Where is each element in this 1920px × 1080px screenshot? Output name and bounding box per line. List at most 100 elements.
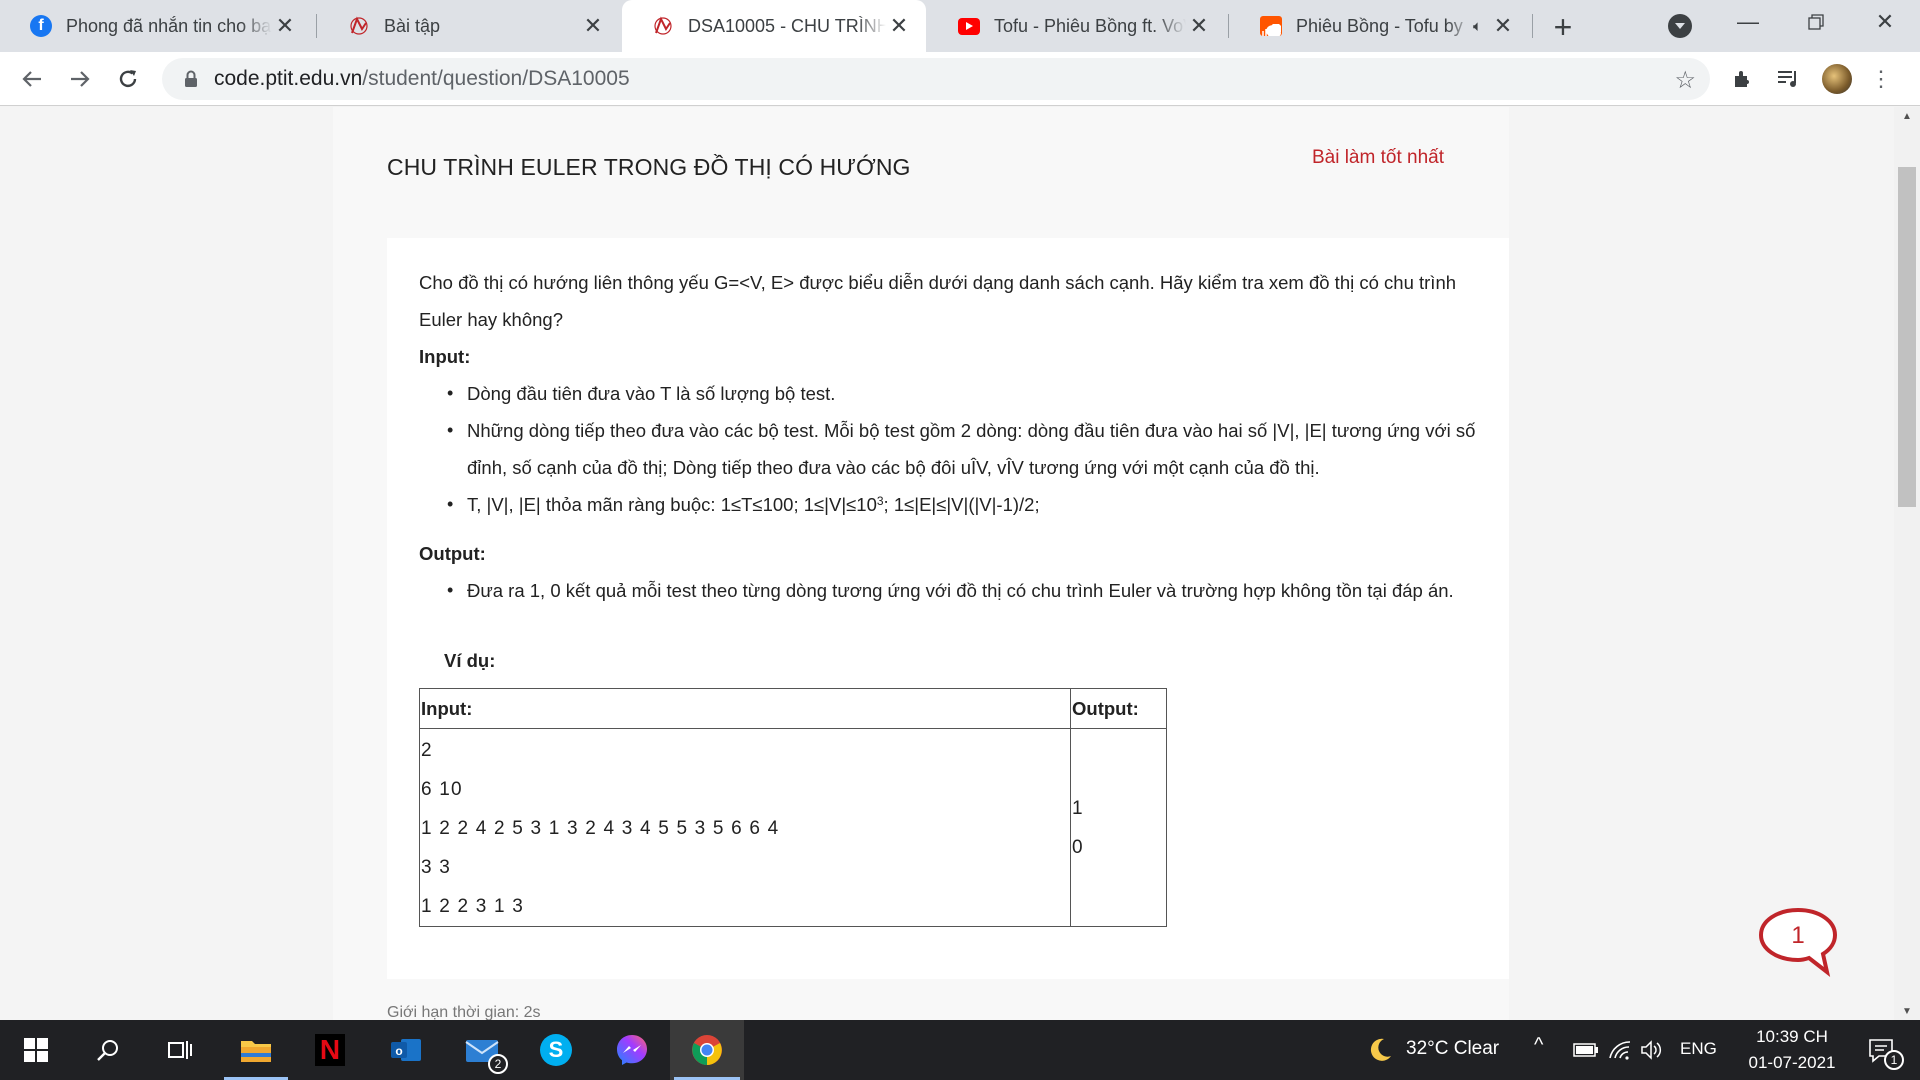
- input-line: 2: [421, 740, 433, 761]
- page-scrollbar[interactable]: ▲ ▼: [1894, 107, 1920, 1020]
- tab-title: Bài tập: [384, 15, 441, 36]
- tab-soundcloud[interactable]: Phiêu Bồng - Tofu by 🔈︎ ✕: [1230, 0, 1530, 52]
- search-icon[interactable]: [72, 1020, 144, 1080]
- speaker-icon[interactable]: 🔈︎: [1473, 18, 1482, 35]
- weather-text[interactable]: 32°C Clear: [1406, 1038, 1499, 1060]
- problem-statement: Cho đồ thị có hướng liên thông yếu G=<V,…: [419, 264, 1479, 609]
- tab-title: Tofu - Phiêu Bồng ft. VoVanDuc: [994, 15, 1186, 36]
- tab-title: DSA10005 - CHU TRÌNH EULER: [688, 15, 886, 36]
- ptit-code-icon: [652, 15, 674, 37]
- extensions-icon[interactable]: [1728, 64, 1758, 94]
- output-line: 1: [1072, 797, 1084, 819]
- example-input-cell: 2 6 10 1 2 2 4 2 5 3 1 3 2 4 3 4 5 5 3 5…: [419, 728, 1071, 927]
- output-list: Đưa ra 1, 0 kết quả mỗi test theo từng d…: [419, 572, 1479, 609]
- scroll-down-icon[interactable]: ▼: [1894, 1002, 1920, 1020]
- windows-taskbar: N o 2 S 32°C Clear ^ ENG 10:39 CH 01-07-…: [0, 1020, 1920, 1080]
- example-label: Ví dụ:: [444, 650, 496, 671]
- list-item: Những dòng tiếp theo đưa vào các bộ test…: [447, 412, 1479, 486]
- clock-time[interactable]: 10:39 CH: [1744, 1027, 1840, 1047]
- page-title: CHU TRÌNH EULER TRONG ĐỒ THỊ CÓ HƯỚNG: [387, 154, 911, 180]
- tab-separator: [316, 14, 317, 38]
- chat-unread-count: 1: [1791, 922, 1804, 949]
- problem-card: Cho đồ thị có hướng liên thông yếu G=<V,…: [387, 238, 1509, 979]
- weather-moon-icon[interactable]: [1360, 1020, 1400, 1080]
- close-tab-icon[interactable]: ✕: [1186, 13, 1212, 39]
- notification-badge: 1: [1884, 1050, 1904, 1070]
- problem-page: CHU TRÌNH EULER TRONG ĐỒ THỊ CÓ HƯỚNG Bà…: [333, 107, 1509, 1020]
- input-list: Dòng đầu tiên đưa vào T là số lượng bộ t…: [419, 375, 1479, 523]
- start-windows-icon[interactable]: [0, 1020, 72, 1080]
- browser-tab-strip: f Phong đã nhắn tin cho bạn ✕ Bài tập ✕ …: [0, 0, 1920, 52]
- url-host: code.ptit.edu.vn: [214, 67, 363, 90]
- comment-bubble-button[interactable]: 1: [1757, 906, 1839, 978]
- file-explorer-icon[interactable]: [220, 1020, 292, 1080]
- show-hidden-icons-icon[interactable]: ^: [1534, 1034, 1543, 1057]
- browser-toolbar: code.ptit.edu.vn/student/question/DSA100…: [0, 52, 1920, 106]
- close-tab-icon[interactable]: ✕: [886, 13, 912, 39]
- tab-title: Phiêu Bồng - Tofu by: [1296, 15, 1463, 36]
- clock-date[interactable]: 01-07-2021: [1738, 1053, 1846, 1073]
- input-line: 6 10: [421, 779, 463, 800]
- list-item: T, |V|, |E| thỏa mãn ràng buộc: 1≤T≤100;…: [447, 486, 1479, 523]
- address-bar[interactable]: code.ptit.edu.vn/student/question/DSA100…: [162, 58, 1710, 100]
- reload-icon[interactable]: [110, 61, 146, 97]
- ptit-code-icon: [348, 15, 370, 37]
- netflix-icon[interactable]: N: [294, 1020, 366, 1080]
- close-tab-icon[interactable]: ✕: [1490, 13, 1516, 39]
- tab-title: Phong đã nhắn tin cho bạn: [66, 15, 272, 36]
- task-view-icon[interactable]: [144, 1020, 216, 1080]
- tab-dsa10005[interactable]: DSA10005 - CHU TRÌNH EULER ✕: [622, 0, 926, 52]
- volume-icon[interactable]: [1632, 1020, 1672, 1080]
- output-column-header: Output:: [1070, 688, 1167, 729]
- list-item: Dòng đầu tiên đưa vào T là số lượng bộ t…: [447, 375, 1479, 412]
- input-line: 1 2 2 3 1 3: [421, 896, 524, 917]
- tab-search-icon[interactable]: [1668, 14, 1692, 38]
- chat-bubble-icon: 1: [1758, 907, 1838, 977]
- new-tab-button[interactable]: +: [1546, 9, 1580, 45]
- close-window-icon[interactable]: ✕: [1855, 0, 1915, 44]
- tab-facebook[interactable]: f Phong đã nhắn tin cho bạn ✕: [0, 0, 312, 52]
- restore-icon[interactable]: [1786, 0, 1846, 44]
- forward-icon[interactable]: [62, 61, 98, 97]
- outlook-icon[interactable]: o: [370, 1020, 442, 1080]
- example-table: Input: Output: 2 6 10 1 2 2 4 2 5 3 1 3 …: [419, 688, 1167, 927]
- table-row: Input: Output:: [419, 688, 1167, 729]
- messenger-icon[interactable]: [596, 1020, 668, 1080]
- youtube-icon: [958, 15, 980, 37]
- lock-icon[interactable]: [182, 69, 200, 89]
- input-language[interactable]: ENG: [1680, 1039, 1717, 1059]
- back-icon[interactable]: [14, 61, 50, 97]
- input-heading: Input:: [419, 346, 471, 367]
- url-text: code.ptit.edu.vn/student/question/DSA100…: [214, 67, 630, 91]
- constraint-superscript: 3: [876, 494, 884, 508]
- constraint-text: T, |V|, |E| thỏa mãn ràng buộc: 1≤T≤100;…: [467, 494, 877, 515]
- profile-avatar[interactable]: [1822, 64, 1852, 94]
- chrome-menu-icon[interactable]: ⋮: [1866, 64, 1896, 94]
- notification-center-icon[interactable]: 1: [1848, 1020, 1914, 1080]
- table-row: 2 6 10 1 2 2 4 2 5 3 1 3 2 4 3 4 5 5 3 5…: [419, 728, 1167, 927]
- chrome-taskbar-icon[interactable]: [670, 1020, 744, 1080]
- minimize-icon[interactable]: ―: [1718, 0, 1778, 44]
- close-tab-icon[interactable]: ✕: [580, 13, 606, 39]
- media-control-icon[interactable]: [1774, 64, 1804, 94]
- tab-bai-tap[interactable]: Bài tập ✕: [318, 0, 620, 52]
- mail-icon[interactable]: 2: [446, 1020, 518, 1080]
- soundcloud-icon: [1260, 15, 1282, 37]
- output-line: 0: [1072, 836, 1084, 858]
- input-line: 3 3: [421, 857, 452, 878]
- svg-text:o: o: [395, 1044, 402, 1058]
- scroll-up-icon[interactable]: ▲: [1894, 107, 1920, 125]
- scrollbar-thumb[interactable]: [1898, 167, 1916, 507]
- skype-icon[interactable]: S: [520, 1020, 592, 1080]
- bookmark-star-icon[interactable]: ☆: [1674, 66, 1696, 95]
- constraint-text: ; 1≤|E|≤|V|(|V|-1)/2;: [883, 494, 1040, 515]
- example-output-cell: 1 0: [1070, 728, 1167, 927]
- close-tab-icon[interactable]: ✕: [272, 13, 298, 39]
- url-path: /student/question/DSA10005: [362, 67, 630, 90]
- best-submission-link[interactable]: Bài làm tốt nhất: [1312, 147, 1444, 169]
- list-item: Đưa ra 1, 0 kết quả mỗi test theo từng d…: [447, 572, 1479, 609]
- tab-separator: [1228, 14, 1229, 38]
- input-line: 1 2 2 4 2 5 3 1 3 2 4 3 4 5 5 3 5 6 6 4: [421, 818, 780, 839]
- time-limit-text: Giới hạn thời gian: 2s: [387, 1004, 541, 1020]
- tab-youtube[interactable]: Tofu - Phiêu Bồng ft. VoVanDuc ✕: [928, 0, 1226, 52]
